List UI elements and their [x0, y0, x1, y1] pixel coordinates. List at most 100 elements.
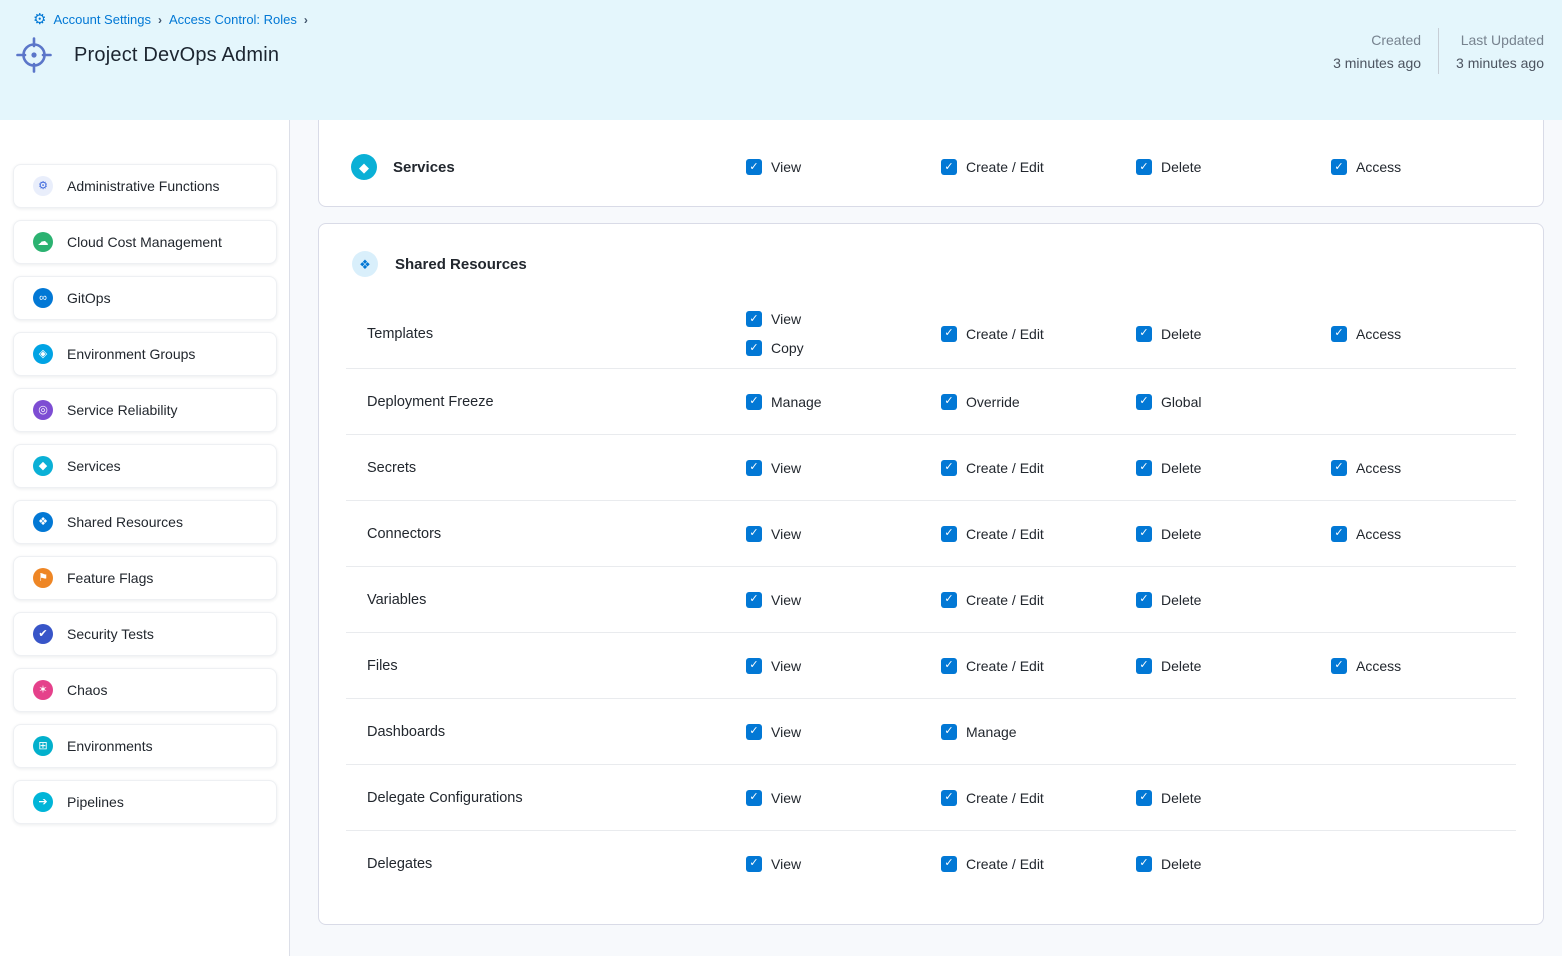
- permission-view-checkbox[interactable]: ✓View: [746, 526, 801, 542]
- permission-override-checkbox[interactable]: ✓Override: [941, 394, 1020, 410]
- main-layout: ⚙Administrative Functions ☁Cloud Cost Man…: [0, 120, 1562, 956]
- permission-access-checkbox[interactable]: ✓ Access: [1331, 658, 1401, 674]
- checkbox-checked-icon[interactable]: ✓: [1136, 326, 1152, 342]
- permission-view-checkbox[interactable]: ✓View: [746, 592, 801, 608]
- permission-manage-checkbox[interactable]: ✓Manage: [746, 394, 822, 410]
- checkbox-checked-icon[interactable]: ✓: [746, 394, 762, 410]
- sidebar-item-environment-groups[interactable]: ◈ Environment Groups: [13, 332, 277, 376]
- checkbox-checked-icon[interactable]: ✓: [746, 592, 762, 608]
- checkbox-checked-icon[interactable]: ✓: [1136, 856, 1152, 872]
- sidebar-item-shared-resources[interactable]: ❖Shared Resources: [13, 500, 277, 544]
- permission-access-checkbox[interactable]: ✓Access: [1331, 526, 1401, 542]
- sidebar-item-label: Environment Groups: [67, 346, 195, 362]
- permission-create-edit-checkbox[interactable]: ✓Create / Edit: [941, 159, 1044, 175]
- resource-label: Secrets: [367, 460, 746, 476]
- permission-view-checkbox[interactable]: ✓View: [746, 790, 801, 806]
- permission-label: Create / Edit: [966, 460, 1044, 476]
- sidebar-item-gitops[interactable]: ∞GitOps: [13, 276, 277, 320]
- checkbox-checked-icon[interactable]: ✓: [1136, 790, 1152, 806]
- sidebar-item-cloud-cost-management[interactable]: ☁Cloud Cost Management: [13, 220, 277, 264]
- sidebar-item-services[interactable]: ◆Services: [13, 444, 277, 488]
- permission-view-checkbox[interactable]: ✓View: [746, 856, 801, 872]
- checkbox-checked-icon[interactable]: ✓: [1331, 658, 1347, 674]
- permission-create-edit-checkbox[interactable]: ✓ Create / Edit: [941, 658, 1044, 674]
- environment-groups-icon: ◈: [33, 344, 53, 364]
- checkbox-checked-icon[interactable]: ✓: [941, 394, 957, 410]
- sidebar-item-service-reliability[interactable]: ◎Service Reliability: [13, 388, 277, 432]
- permission-cell: ✓Create / Edit: [941, 326, 1136, 342]
- services-icon: ◆: [33, 456, 53, 476]
- breadcrumb-access-control-roles[interactable]: Access Control: Roles: [169, 12, 297, 27]
- permission-delete-checkbox[interactable]: ✓Delete: [1136, 856, 1201, 872]
- permission-view-checkbox[interactable]: ✓View: [746, 724, 801, 740]
- permission-create-edit-checkbox[interactable]: ✓Create / Edit: [941, 526, 1044, 542]
- sidebar-item-label: Service Reliability: [67, 402, 177, 418]
- permission-view-checkbox[interactable]: ✓View: [746, 311, 801, 327]
- sidebar-item-chaos[interactable]: ✶Chaos: [13, 668, 277, 712]
- checkbox-checked-icon[interactable]: ✓: [1331, 159, 1347, 175]
- checkbox-checked-icon[interactable]: ✓: [746, 526, 762, 542]
- permission-create-edit-checkbox[interactable]: ✓ Create / Edit: [941, 460, 1044, 476]
- permission-label: Delete: [1161, 526, 1201, 542]
- checkbox-checked-icon[interactable]: ✓: [1136, 658, 1152, 674]
- checkbox-checked-icon[interactable]: ✓: [941, 856, 957, 872]
- permission-view-checkbox[interactable]: ✓View: [746, 658, 801, 674]
- sidebar-item-environments[interactable]: ⊞Environments: [13, 724, 277, 768]
- permission-delete-checkbox[interactable]: ✓Delete: [1136, 592, 1201, 608]
- checkbox-checked-icon[interactable]: ✓: [746, 340, 762, 356]
- permission-global-checkbox[interactable]: ✓Global: [1136, 394, 1201, 410]
- checkbox-checked-icon[interactable]: ✓: [1136, 592, 1152, 608]
- checkbox-checked-icon[interactable]: ✓: [1136, 526, 1152, 542]
- checkbox-checked-icon[interactable]: ✓: [941, 159, 957, 175]
- permission-create-edit-checkbox[interactable]: ✓Create / Edit: [941, 856, 1044, 872]
- checkbox-checked-icon[interactable]: ✓: [1136, 394, 1152, 410]
- permission-access-checkbox[interactable]: ✓Access: [1331, 159, 1401, 175]
- checkbox-checked-icon[interactable]: ✓: [1136, 460, 1152, 476]
- checkbox-checked-icon[interactable]: ✓: [1331, 460, 1347, 476]
- sidebar-item-pipelines[interactable]: ➔Pipelines: [13, 780, 277, 824]
- last-updated-value: 3 minutes ago: [1456, 55, 1544, 71]
- resource-label: Templates: [367, 326, 746, 342]
- permission-manage-checkbox[interactable]: ✓Manage: [941, 724, 1017, 740]
- permission-create-edit-checkbox[interactable]: ✓Create / Edit: [941, 326, 1044, 342]
- permission-delete-checkbox[interactable]: ✓Delete: [1136, 790, 1201, 806]
- permission-label: Access: [1356, 460, 1401, 476]
- checkbox-checked-icon[interactable]: ✓: [746, 311, 762, 327]
- permission-delete-checkbox[interactable]: ✓Delete: [1136, 658, 1201, 674]
- permission-row-dashboards: Dashboards✓View✓Manage: [346, 698, 1516, 764]
- sidebar-item-feature-flags[interactable]: ⚑Feature Flags: [13, 556, 277, 600]
- checkbox-checked-icon[interactable]: ✓: [746, 658, 762, 674]
- checkbox-checked-icon[interactable]: ✓: [746, 159, 762, 175]
- sidebar-item-administrative-functions[interactable]: ⚙Administrative Functions: [13, 164, 277, 208]
- checkbox-checked-icon[interactable]: ✓: [746, 460, 762, 476]
- checkbox-checked-icon[interactable]: ✓: [941, 790, 957, 806]
- checkbox-checked-icon[interactable]: ✓: [746, 856, 762, 872]
- permission-access-checkbox[interactable]: ✓Access: [1331, 326, 1401, 342]
- checkbox-checked-icon[interactable]: ✓: [941, 460, 957, 476]
- shared-resources-icon: ❖: [33, 512, 53, 532]
- checkbox-checked-icon[interactable]: ✓: [941, 526, 957, 542]
- permission-delete-checkbox[interactable]: ✓Delete: [1136, 460, 1201, 476]
- permission-delete-checkbox[interactable]: ✓Delete: [1136, 326, 1201, 342]
- checkbox-checked-icon[interactable]: ✓: [941, 592, 957, 608]
- checkbox-checked-icon[interactable]: ✓: [746, 724, 762, 740]
- checkbox-checked-icon[interactable]: ✓: [1331, 526, 1347, 542]
- checkbox-checked-icon[interactable]: ✓: [941, 326, 957, 342]
- checkbox-checked-icon[interactable]: ✓: [746, 790, 762, 806]
- permission-label: Create / Edit: [966, 658, 1044, 674]
- breadcrumb-account-settings[interactable]: Account Settings: [53, 12, 151, 27]
- checkbox-checked-icon[interactable]: ✓: [1331, 326, 1347, 342]
- checkbox-checked-icon[interactable]: ✓: [1136, 159, 1152, 175]
- permission-access-checkbox[interactable]: ✓ Access: [1331, 460, 1401, 476]
- permission-label: Access: [1356, 658, 1401, 674]
- sidebar-item-security-tests[interactable]: ✔Security Tests: [13, 612, 277, 656]
- permission-delete-checkbox[interactable]: ✓ Delete: [1136, 526, 1201, 542]
- permission-create-edit-checkbox[interactable]: ✓Create / Edit: [941, 790, 1044, 806]
- permission-copy-checkbox[interactable]: ✓Copy: [746, 340, 804, 356]
- checkbox-checked-icon[interactable]: ✓: [941, 724, 957, 740]
- permission-create-edit-checkbox[interactable]: ✓Create / Edit: [941, 592, 1044, 608]
- permission-view-checkbox[interactable]: ✓View: [746, 159, 801, 175]
- permission-delete-checkbox[interactable]: ✓Delete: [1136, 159, 1201, 175]
- permission-view-checkbox[interactable]: ✓View: [746, 460, 801, 476]
- checkbox-checked-icon[interactable]: ✓: [941, 658, 957, 674]
